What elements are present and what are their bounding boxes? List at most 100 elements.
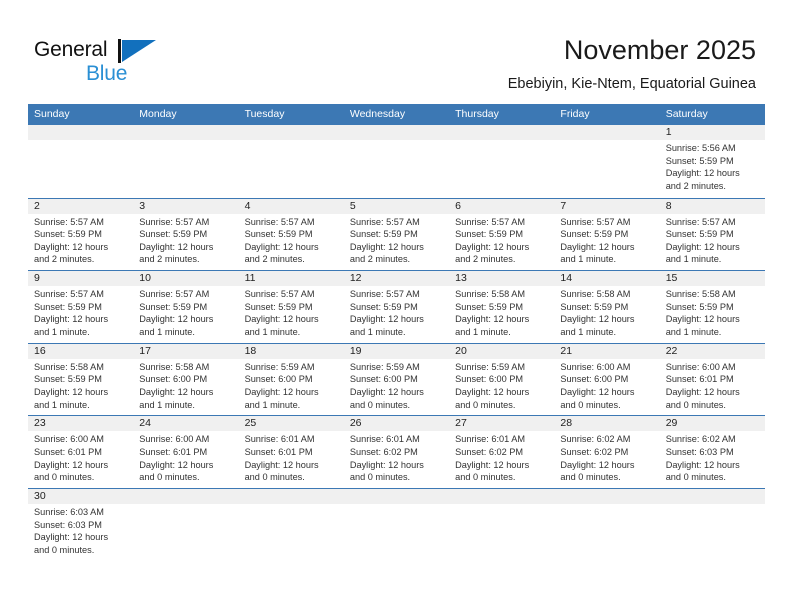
daylight-text-1: Daylight: 12 hours xyxy=(349,241,424,252)
sunset-text: Sunset: 5:59 PM xyxy=(34,229,102,240)
day-number-2[interactable]: 2 xyxy=(28,199,133,214)
day-cell-27[interactable]: Sunrise: 6:01 AM Sunset: 6:02 PM Daylight:… xyxy=(449,431,554,487)
sunset-text: Sunset: 6:03 PM xyxy=(34,519,102,530)
day-cell-5[interactable]: Sunrise: 5:57 AM Sunset: 5:59 PM Daylight:… xyxy=(344,214,449,270)
day-cell-28[interactable]: Sunrise: 6:02 AM Sunset: 6:02 PM Daylight:… xyxy=(554,431,659,487)
sunrise-text: Sunrise: 5:58 AM xyxy=(665,289,736,300)
sunset-text: Sunset: 6:03 PM xyxy=(665,446,734,457)
day-cell-21[interactable]: Sunrise: 6:00 AM Sunset: 6:00 PM Daylight:… xyxy=(554,359,659,415)
day-cell-6[interactable]: Sunrise: 5:57 AM Sunset: 5:59 PM Daylight:… xyxy=(449,214,554,270)
daylight-text-1: Daylight: 12 hours xyxy=(349,386,424,397)
day-cell-19[interactable]: Sunrise: 5:59 AM Sunset: 6:00 PM Daylight:… xyxy=(344,359,449,415)
sunset-text: Sunset: 6:00 PM xyxy=(244,374,313,385)
day-cell-11[interactable]: Sunrise: 5:57 AM Sunset: 5:59 PM Daylight:… xyxy=(239,286,344,342)
daylight-text-2: and 1 minute. xyxy=(139,399,195,410)
sunrise-text: Sunrise: 5:58 AM xyxy=(34,361,104,372)
day-cell-8[interactable]: Sunrise: 5:57 AM Sunset: 5:59 PM Daylight:… xyxy=(660,214,765,270)
day-cell-7[interactable]: Sunrise: 5:57 AM Sunset: 5:59 PM Daylight:… xyxy=(554,214,659,270)
logo-text-blue: Blue xyxy=(86,62,128,85)
day-cell-3[interactable]: Sunrise: 5:57 AM Sunset: 5:59 PM Daylight:… xyxy=(133,214,238,270)
week-date-number-band: 1 xyxy=(28,125,765,140)
day-number-8[interactable]: 8 xyxy=(660,199,765,214)
day-cell-15[interactable]: Sunrise: 5:58 AM Sunset: 5:59 PM Daylight:… xyxy=(660,286,765,342)
day-number-3[interactable]: 3 xyxy=(133,199,238,214)
daylight-text-1: Daylight: 12 hours xyxy=(560,314,635,325)
day-number-19[interactable]: 19 xyxy=(344,344,449,359)
sunset-text: Sunset: 6:00 PM xyxy=(139,374,208,385)
daylight-text-2: and 0 minutes. xyxy=(455,399,516,410)
day-number-28[interactable]: 28 xyxy=(554,416,659,431)
day-cell-13[interactable]: Sunrise: 5:58 AM Sunset: 5:59 PM Daylight:… xyxy=(449,286,554,342)
day-number-4[interactable]: 4 xyxy=(239,199,344,214)
day-number-20[interactable]: 20 xyxy=(449,344,554,359)
day-cell-20[interactable]: Sunrise: 5:59 AM Sunset: 6:00 PM Daylight:… xyxy=(449,359,554,415)
sunrise-text: Sunrise: 6:03 AM xyxy=(34,506,104,517)
day-number-29[interactable]: 29 xyxy=(660,416,765,431)
day-cell-22[interactable]: Sunrise: 6:00 AM Sunset: 6:01 PM Daylight:… xyxy=(660,359,765,415)
day-cell-24[interactable]: Sunrise: 6:00 AM Sunset: 6:01 PM Daylight:… xyxy=(133,431,238,487)
day-cell-empty xyxy=(554,504,659,560)
day-cell-empty xyxy=(133,140,238,196)
daylight-text-2: and 0 minutes. xyxy=(560,472,621,483)
day-cell-empty xyxy=(449,504,554,560)
day-number-30[interactable]: 30 xyxy=(28,489,133,504)
daylight-text-2: and 0 minutes. xyxy=(665,399,726,410)
day-cell-17[interactable]: Sunrise: 5:58 AM Sunset: 6:00 PM Daylight:… xyxy=(133,359,238,415)
day-number-5[interactable]: 5 xyxy=(344,199,449,214)
day-number-22[interactable]: 22 xyxy=(660,344,765,359)
daylight-text-1: Daylight: 12 hours xyxy=(455,386,530,397)
day-number-empty xyxy=(133,125,238,140)
day-cell-2[interactable]: Sunrise: 5:57 AM Sunset: 5:59 PM Daylight:… xyxy=(28,214,133,270)
day-number-27[interactable]: 27 xyxy=(449,416,554,431)
daylight-text-1: Daylight: 12 hours xyxy=(560,386,635,397)
day-cell-4[interactable]: Sunrise: 5:57 AM Sunset: 5:59 PM Daylight:… xyxy=(239,214,344,270)
day-number-24[interactable]: 24 xyxy=(133,416,238,431)
day-number-12[interactable]: 12 xyxy=(344,271,449,286)
day-cell-1[interactable]: Sunrise: 5:56 AM Sunset: 5:59 PM Daylight:… xyxy=(660,140,765,196)
day-number-16[interactable]: 16 xyxy=(28,344,133,359)
daylight-text-2: and 0 minutes. xyxy=(34,544,95,555)
day-cell-9[interactable]: Sunrise: 5:57 AM Sunset: 5:59 PM Daylight:… xyxy=(28,286,133,342)
day-number-9[interactable]: 9 xyxy=(28,271,133,286)
day-cell-26[interactable]: Sunrise: 6:01 AM Sunset: 6:02 PM Daylight:… xyxy=(344,431,449,487)
day-cell-12[interactable]: Sunrise: 5:57 AM Sunset: 5:59 PM Daylight:… xyxy=(344,286,449,342)
day-cell-29[interactable]: Sunrise: 6:02 AM Sunset: 6:03 PM Daylight:… xyxy=(660,431,765,487)
sunset-text: Sunset: 5:59 PM xyxy=(349,301,418,312)
day-cell-16[interactable]: Sunrise: 5:58 AM Sunset: 5:59 PM Daylight:… xyxy=(28,359,133,415)
weekday-header-wednesday: Wednesday xyxy=(349,108,406,120)
day-number-1[interactable]: 1 xyxy=(660,125,765,140)
daylight-text-2: and 1 minute. xyxy=(665,326,722,337)
daylight-text-2: and 0 minutes. xyxy=(349,399,411,410)
sunrise-text: Sunrise: 6:01 AM xyxy=(244,434,315,445)
day-number-6[interactable]: 6 xyxy=(449,199,554,214)
day-cell-23[interactable]: Sunrise: 6:00 AM Sunset: 6:01 PM Daylight:… xyxy=(28,431,133,487)
day-number-10[interactable]: 10 xyxy=(133,271,238,286)
day-number-21[interactable]: 21 xyxy=(554,344,659,359)
day-cell-empty xyxy=(344,140,449,196)
day-cell-30[interactable]: Sunrise: 6:03 AM Sunset: 6:03 PM Daylight:… xyxy=(28,504,133,560)
general-blue-logo[interactable]: General Blue xyxy=(34,38,174,90)
sunrise-text: Sunrise: 5:58 AM xyxy=(139,361,210,372)
weekday-header-saturday: Saturday xyxy=(665,108,708,120)
day-number-13[interactable]: 13 xyxy=(449,271,554,286)
day-number-23[interactable]: 23 xyxy=(28,416,133,431)
day-cell-10[interactable]: Sunrise: 5:57 AM Sunset: 5:59 PM Daylight:… xyxy=(133,286,238,342)
day-number-25[interactable]: 25 xyxy=(239,416,344,431)
calendar-grid: Sunday Monday Tuesday Wednesday Thursday Frid… xyxy=(28,104,765,561)
day-cell-25[interactable]: Sunrise: 6:01 AM Sunset: 6:01 PM Daylight:… xyxy=(239,431,344,487)
daylight-text-2: and 2 minutes. xyxy=(455,254,516,265)
day-number-14[interactable]: 14 xyxy=(554,271,659,286)
sunset-text: Sunset: 5:59 PM xyxy=(560,301,629,312)
day-cell-14[interactable]: Sunrise: 5:58 AM Sunset: 5:59 PM Daylight:… xyxy=(554,286,659,342)
week-detail-band: Sunrise: 5:57 AM Sunset: 5:59 PM Daylight:… xyxy=(28,286,765,343)
day-cell-empty xyxy=(239,504,344,560)
day-cell-18[interactable]: Sunrise: 5:59 AM Sunset: 6:00 PM Daylight:… xyxy=(239,359,344,415)
day-number-7[interactable]: 7 xyxy=(554,199,659,214)
day-number-18[interactable]: 18 xyxy=(239,344,344,359)
daylight-text-2: and 1 minute. xyxy=(560,326,617,337)
day-number-15[interactable]: 15 xyxy=(660,271,765,286)
day-number-17[interactable]: 17 xyxy=(133,344,238,359)
sunset-text: Sunset: 6:02 PM xyxy=(455,446,524,457)
day-number-26[interactable]: 26 xyxy=(344,416,449,431)
day-number-11[interactable]: 11 xyxy=(239,271,344,286)
